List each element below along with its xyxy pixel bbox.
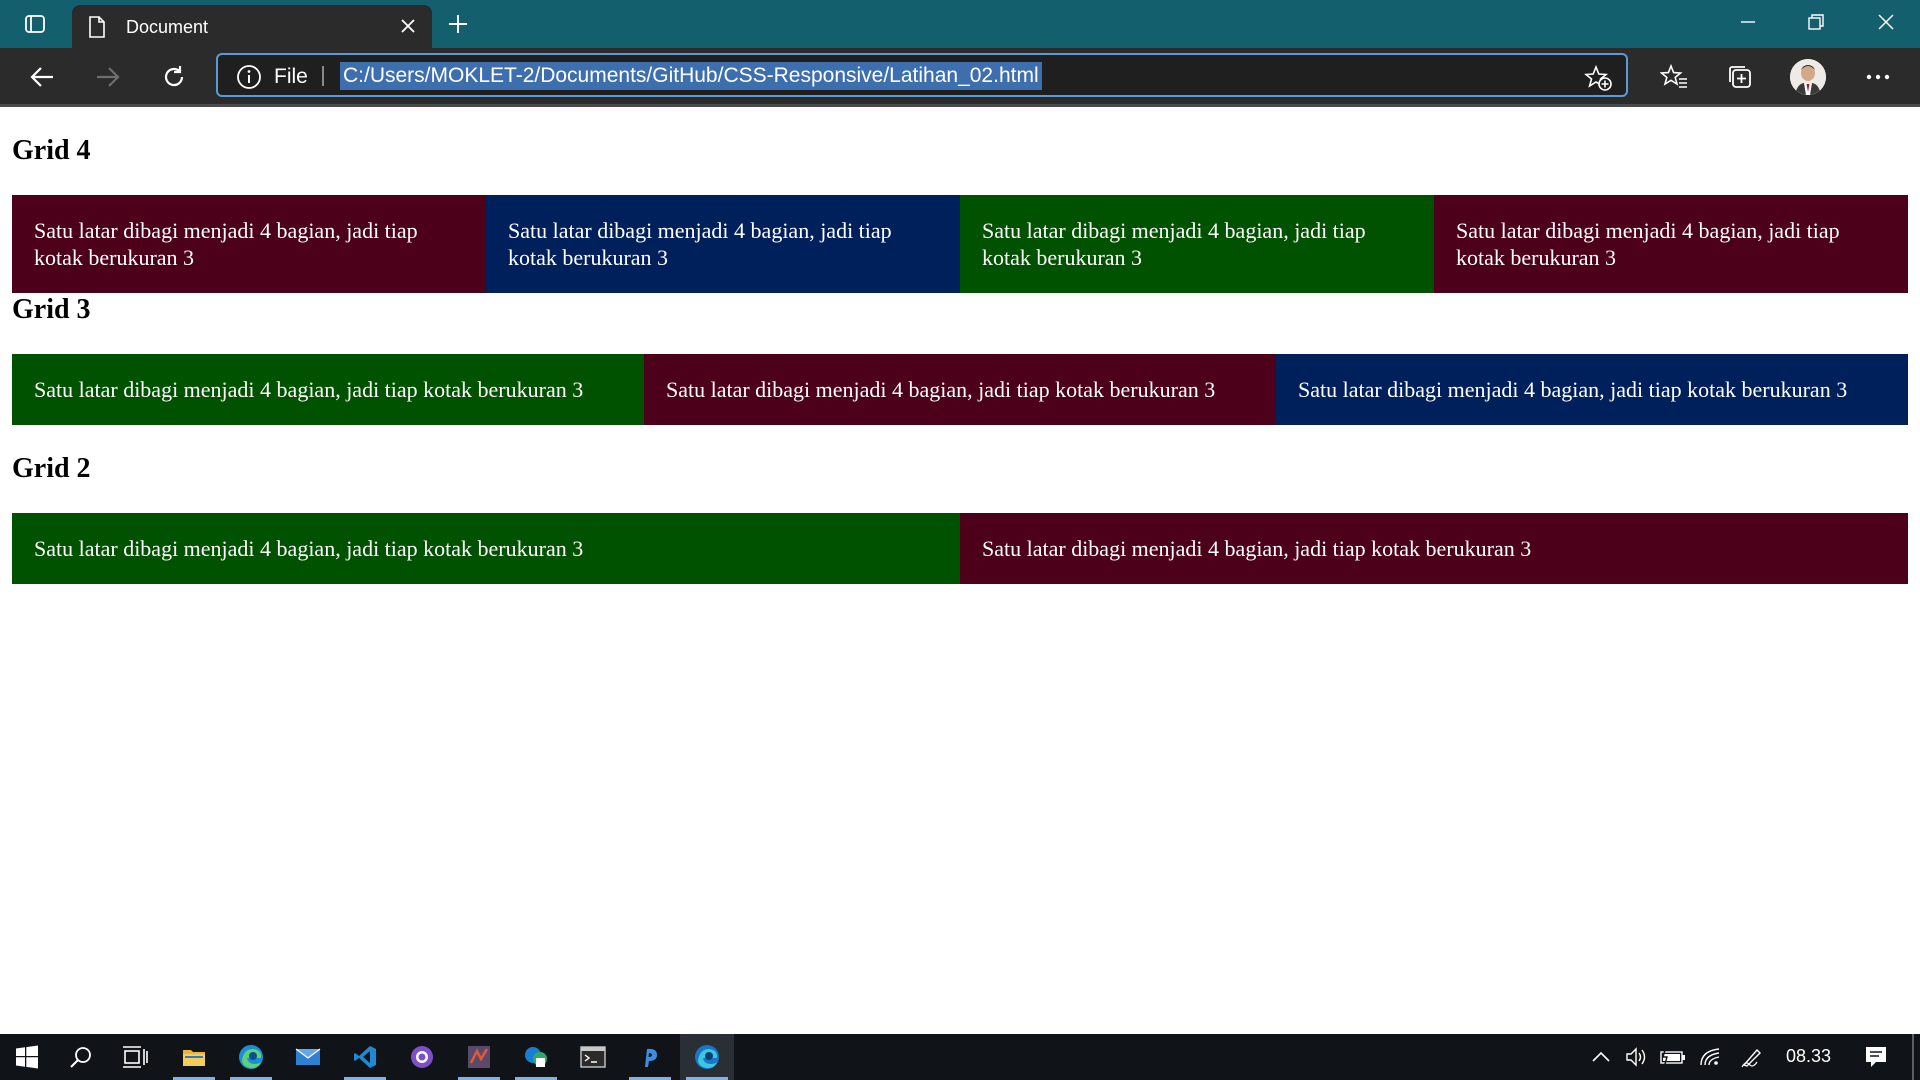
taskbar-store[interactable] [509,1034,563,1080]
taskbar-github-desktop[interactable] [395,1034,449,1080]
new-tab-button[interactable] [442,9,474,39]
pen-button[interactable] [1738,1034,1768,1080]
grid-3-box: Satu latar dibagi menjadi 4 bagian, jadi… [12,354,644,425]
tab-actions-button[interactable] [12,8,58,40]
minimize-button[interactable] [1714,0,1782,44]
more-icon [1866,74,1890,80]
tab-actions-icon [25,15,45,33]
grid-2-box: Satu latar dibagi menjadi 4 bagian, jadi… [960,513,1908,584]
arrow-right-icon [97,67,120,87]
address-bar[interactable]: File C:/Users/MOKLET-2/Documents/GitHub/… [216,53,1628,97]
github-desktop-icon [411,1046,433,1068]
search-icon [70,1047,91,1068]
collections-button[interactable] [1722,60,1758,94]
tab-close-button[interactable] [396,14,420,38]
taskbar-mail[interactable] [281,1034,335,1080]
grid-3-box: Satu latar dibagi menjadi 4 bagian, jadi… [1275,354,1908,425]
taskbar-terminal[interactable] [566,1034,620,1080]
grid-2-box: Satu latar dibagi menjadi 4 bagian, jadi… [12,513,960,584]
windows-icon [16,1045,38,1069]
forward-button[interactable] [90,60,126,94]
plus-icon [449,15,467,33]
taskbar-php-storm[interactable] [623,1034,677,1080]
restore-button[interactable] [1782,0,1850,44]
arrow-left-icon [30,67,53,87]
close-icon [1878,14,1894,30]
system-clock[interactable]: 08.33 [1786,1046,1831,1067]
favorites-icon [1660,64,1687,88]
network-button[interactable] [1696,1034,1726,1080]
info-icon[interactable] [236,64,262,90]
close-icon [401,19,415,33]
speaker-icon [1626,1047,1646,1067]
tab-title: Document [126,17,209,37]
battery-icon [1660,1049,1685,1065]
volume-button[interactable] [1622,1034,1652,1080]
url-field[interactable]: C:/Users/MOKLET-2/Documents/GitHub/CSS-R… [340,62,1042,90]
show-hidden-icons-button[interactable] [1588,1034,1614,1080]
taskbar-vscode[interactable] [338,1034,392,1080]
refresh-icon [164,66,184,87]
edge-dev-icon [695,1045,719,1069]
file-explorer-icon [183,1050,205,1066]
title-bar: Document [0,0,1920,48]
battery-button[interactable] [1658,1034,1688,1080]
store-icon [525,1047,547,1067]
taskbar-file-explorer[interactable] [167,1034,221,1080]
document-icon [89,16,105,38]
notification-icon [1866,1047,1886,1067]
start-button[interactable] [0,1034,54,1080]
grid-4-box: Satu latar dibagi menjadi 4 bagian, jadi… [960,195,1434,293]
minimize-icon [1741,21,1755,23]
grid-2-row: Satu latar dibagi menjadi 4 bagian, jadi… [12,513,1908,584]
grid-2-heading: Grid 2 [12,453,91,484]
task-view-button[interactable] [108,1034,162,1080]
refresh-button[interactable] [156,60,192,94]
wifi-icon [1700,1048,1720,1066]
grid-3-row: Satu latar dibagi menjadi 4 bagian, jadi… [12,354,1908,425]
mail-icon [295,1048,321,1065]
grid-3-heading: Grid 3 [12,294,91,325]
app-icon [468,1046,490,1068]
close-window-button[interactable] [1852,0,1920,44]
page-content: Grid 4 Satu latar dibagi menjadi 4 bagia… [0,107,1920,1034]
grid-4-box: Satu latar dibagi menjadi 4 bagian, jadi… [486,195,960,293]
chevron-up-icon [1592,1051,1610,1062]
avatar-icon [1790,59,1826,95]
grid-3-box: Satu latar dibagi menjadi 4 bagian, jadi… [643,354,1276,425]
favorites-button[interactable] [1656,60,1692,94]
grid-4-row: Satu latar dibagi menjadi 4 bagian, jadi… [12,195,1908,293]
php-storm-icon [645,1048,657,1067]
grid-4-box: Satu latar dibagi menjadi 4 bagian, jadi… [12,195,486,293]
edge-icon [239,1045,263,1069]
terminal-icon [580,1046,606,1068]
search-button[interactable] [54,1034,108,1080]
pen-icon [1741,1048,1761,1068]
task-view-icon [123,1046,148,1068]
collections-icon [1729,66,1751,88]
taskbar-edge-dev[interactable] [680,1034,734,1080]
taskbar-app[interactable] [452,1034,506,1080]
vscode-icon [354,1046,376,1068]
show-desktop-button[interactable] [1912,1034,1914,1080]
grid-4-heading: Grid 4 [12,135,91,166]
taskbar-edge[interactable] [224,1034,278,1080]
action-center-button[interactable] [1856,1034,1896,1080]
restore-icon [1808,14,1824,30]
taskbar: 08.33 [0,1034,1920,1080]
back-button[interactable] [24,60,60,94]
scheme-label[interactable]: File [274,65,308,89]
browser-tab[interactable]: Document [72,5,432,48]
settings-more-button[interactable] [1860,60,1896,94]
profile-avatar[interactable] [1790,59,1826,95]
address-divider [322,66,324,86]
add-favorite-icon[interactable] [1584,65,1612,91]
grid-4-box: Satu latar dibagi menjadi 4 bagian, jadi… [1434,195,1908,293]
